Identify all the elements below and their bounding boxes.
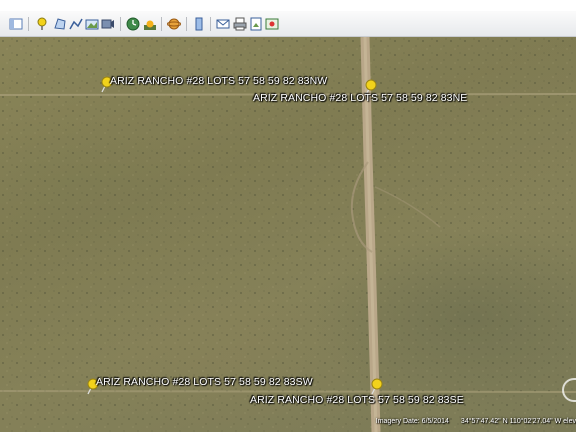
placemark-label-ne[interactable]: ARIZ RANCHO #28 LOTS 57 58 59 82 83NE bbox=[253, 92, 467, 104]
imagery-date: Imagery Date: 6/5/2014 bbox=[375, 418, 449, 425]
polygon-icon[interactable] bbox=[52, 17, 67, 31]
image-overlay-icon[interactable] bbox=[84, 17, 99, 31]
toolbar bbox=[0, 11, 576, 37]
window-top-strip bbox=[0, 0, 576, 11]
coordinates-readout: 34°57'47.42" N 110°02'27.04" W elev bbox=[460, 418, 576, 425]
sidebar-toggle-icon[interactable] bbox=[8, 17, 23, 31]
placemark-label-se[interactable]: ARIZ RANCHO #28 LOTS 57 58 59 82 83SE bbox=[250, 394, 464, 406]
email-icon[interactable] bbox=[215, 17, 230, 31]
toolbar-separator bbox=[210, 17, 211, 31]
path-icon[interactable] bbox=[68, 17, 83, 31]
historical-imagery-icon[interactable] bbox=[125, 17, 140, 31]
print-icon[interactable] bbox=[232, 17, 247, 31]
maps-icon[interactable] bbox=[264, 17, 279, 31]
placemark-pin-icon[interactable] bbox=[369, 377, 385, 395]
ruler-icon[interactable] bbox=[191, 17, 206, 31]
placemark-icon[interactable] bbox=[34, 17, 49, 31]
toolbar-separator bbox=[186, 17, 187, 31]
status-bar: Imagery Date: 6/5/2014 34°57'47.42" N 11… bbox=[376, 418, 576, 428]
record-tour-icon[interactable] bbox=[100, 17, 115, 31]
sunlight-icon[interactable] bbox=[142, 17, 157, 31]
placemark-label-nw[interactable]: ARIZ RANCHO #28 LOTS 57 58 59 82 83NW bbox=[110, 75, 327, 87]
toolbar-separator bbox=[120, 17, 121, 31]
planets-icon[interactable] bbox=[166, 17, 181, 31]
placemark-label-sw[interactable]: ARIZ RANCHO #28 LOTS 57 58 59 82 83SW bbox=[96, 376, 313, 388]
toolbar-separator bbox=[28, 17, 29, 31]
toolbar-separator bbox=[161, 17, 162, 31]
map-view[interactable]: ARIZ RANCHO #28 LOTS 57 58 59 82 83NW AR… bbox=[0, 37, 576, 432]
save-image-icon[interactable] bbox=[248, 17, 263, 31]
